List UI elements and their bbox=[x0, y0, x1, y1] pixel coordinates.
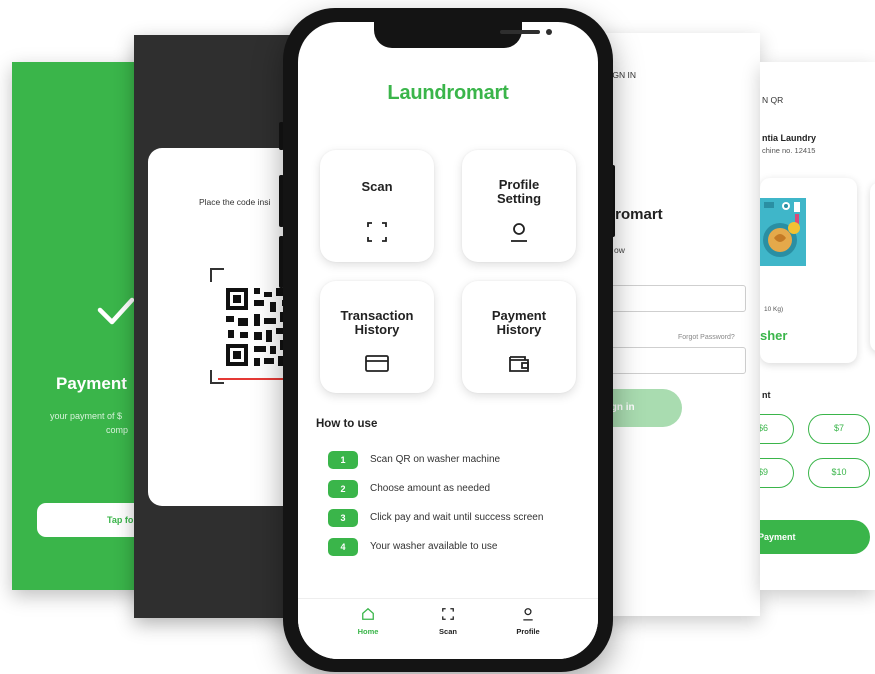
transaction-history-tile[interactable]: Transaction History bbox=[320, 281, 434, 393]
machine-type: sher bbox=[760, 328, 788, 343]
phone-speaker bbox=[500, 30, 540, 34]
step-number: 3 bbox=[328, 509, 358, 527]
step-text: Scan QR on washer machine bbox=[370, 454, 501, 465]
scan-hint: Place the code insi bbox=[199, 197, 271, 207]
checkmark-icon bbox=[97, 297, 135, 325]
machine-card[interactable]: 10 Kg) sher bbox=[760, 178, 857, 363]
payment-button[interactable]: Payment bbox=[760, 520, 870, 554]
success-message-line1: your payment of $ bbox=[50, 411, 123, 421]
tab-label: Home bbox=[357, 627, 379, 636]
profile-icon bbox=[511, 223, 527, 242]
home-icon bbox=[362, 607, 374, 620]
wallet-icon bbox=[509, 356, 529, 372]
tab-label: Profile bbox=[516, 627, 540, 636]
amount-label: nt bbox=[762, 390, 771, 400]
viewfinder-corner bbox=[210, 370, 224, 384]
phone-notch bbox=[374, 22, 552, 48]
sign-in-subtitle: ow bbox=[614, 245, 625, 255]
machine-number: chine no. 12415 bbox=[762, 146, 816, 155]
forgot-password-link[interactable]: Forgot Password? bbox=[678, 334, 735, 341]
step-number: 1 bbox=[328, 451, 358, 469]
store-name: ntia Laundry bbox=[762, 133, 817, 143]
tile-label: Profile Setting bbox=[496, 177, 542, 206]
payment-screen: N QR ntia Laundry chine no. 12415 10 Kg)… bbox=[760, 62, 875, 590]
card-icon bbox=[365, 355, 389, 372]
profile-setting-tile[interactable]: Profile Setting bbox=[462, 150, 576, 262]
phone-camera bbox=[546, 29, 552, 35]
amount-option[interactable]: $7 bbox=[808, 414, 870, 444]
tile-label: Payment History bbox=[491, 308, 547, 337]
amount-option[interactable]: $6 bbox=[760, 414, 794, 444]
sign-in-screen: IGN IN dromart ow Forgot Password? ign i… bbox=[598, 33, 760, 616]
tab-label: Scan bbox=[439, 627, 457, 636]
step-text: Click pay and wait until success screen bbox=[370, 512, 544, 523]
step-text: Choose amount as needed bbox=[370, 483, 491, 494]
machine-card-next[interactable] bbox=[870, 182, 875, 352]
bottom-tab-bar: Home Scan Profile bbox=[298, 598, 598, 659]
home-screen: Laundromart Scan Profile Setting Transac… bbox=[298, 22, 598, 659]
machine-capacity: 10 Kg) bbox=[764, 306, 784, 313]
scan-tile[interactable]: Scan bbox=[320, 150, 434, 262]
pay-header: N QR bbox=[762, 95, 784, 105]
sign-in-header: IGN IN bbox=[610, 70, 636, 80]
step-number: 2 bbox=[328, 480, 358, 498]
viewfinder-corner bbox=[210, 268, 224, 282]
amount-option[interactable]: $10 bbox=[808, 458, 870, 488]
washer-machine-icon bbox=[760, 198, 806, 266]
tile-label: Transaction History bbox=[340, 308, 414, 337]
how-to-use-heading: How to use bbox=[316, 418, 378, 430]
profile-icon bbox=[523, 608, 533, 621]
scan-icon bbox=[442, 608, 454, 620]
payment-history-tile[interactable]: Payment History bbox=[462, 281, 576, 393]
scan-icon bbox=[367, 222, 387, 242]
tab-profile[interactable]: Profile bbox=[498, 607, 558, 636]
app-title: Laundromart bbox=[387, 82, 509, 104]
tab-home[interactable]: Home bbox=[338, 607, 398, 636]
password-field[interactable] bbox=[606, 347, 746, 374]
username-field[interactable] bbox=[606, 285, 746, 312]
tab-scan[interactable]: Scan bbox=[418, 607, 478, 636]
tile-label: Scan bbox=[361, 179, 393, 194]
amount-option[interactable]: $9 bbox=[760, 458, 794, 488]
step-number: 4 bbox=[328, 538, 358, 556]
success-title: Payment bbox=[56, 374, 127, 393]
step-text: Your washer available to use bbox=[370, 541, 498, 552]
